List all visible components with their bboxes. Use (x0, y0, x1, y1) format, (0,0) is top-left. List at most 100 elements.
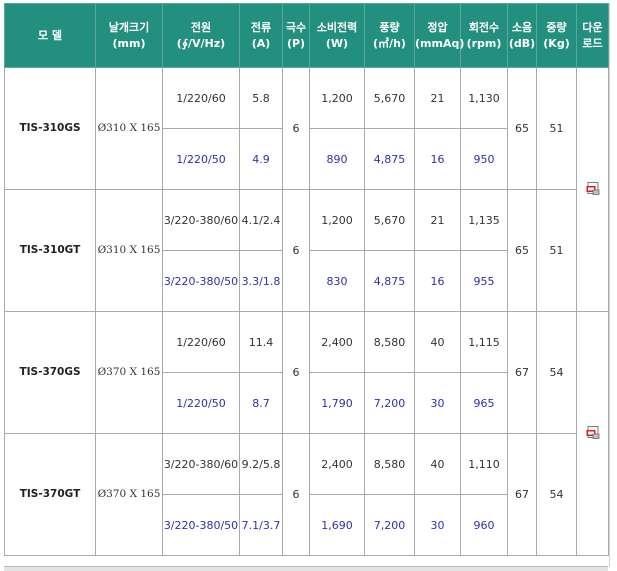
noise-cell: 67 (507, 433, 537, 556)
consumption-cell: 2,400 (309, 433, 365, 495)
header-weight-unit: (Kg) (543, 36, 570, 50)
header-noise-unit: (dB) (508, 36, 536, 50)
current-cell: 4.1/2.4 (239, 189, 283, 251)
weight-cell: 51 (536, 189, 577, 312)
table-row: TIS-370GT Ø370 X 165 3/220-380/60 9.2/5.… (4, 433, 609, 556)
pressure-cell: 30 (414, 494, 461, 556)
header-pressure: 정압 (mmAq) (414, 3, 465, 68)
header-pressure-label: 정압 (427, 20, 448, 34)
header-download: 다운로드 (576, 3, 609, 68)
consumption-cell: 1,200 (309, 67, 365, 129)
header-airflow-label: 풍량 (379, 20, 400, 34)
power-cell: 3/220-380/50 (162, 494, 240, 556)
header-pressure-unit: (mmAq) (415, 36, 465, 50)
power-cell: 1/220/60 (162, 311, 240, 373)
rpm-cell: 1,115 (460, 311, 508, 373)
header-model: 모 델 (4, 3, 96, 68)
header-poles: 극수 (P) (282, 3, 310, 68)
pdf-download-icon[interactable] (586, 425, 600, 439)
noise-cell: 67 (507, 311, 537, 434)
header-row: 모 델 날개크기 (mm) 전원 (∮/V/Hz) 전류 (A) 극수 (P) 소비전력… (4, 3, 609, 68)
pdf-download-icon[interactable] (586, 181, 600, 195)
rpm-cell: 960 (460, 494, 508, 556)
consumption-cell: 830 (309, 250, 365, 312)
header-power: 전원 (∮/V/Hz) (162, 3, 240, 68)
header-current: 전류 (A) (239, 3, 283, 68)
poles-cell: 6 (282, 67, 310, 190)
weight-cell: 54 (536, 311, 577, 434)
consumption-cell: 890 (309, 128, 365, 190)
consumption-cell: 1,200 (309, 189, 365, 251)
header-weight: 중량 (Kg) (536, 3, 577, 68)
pressure-cell: 40 (414, 433, 461, 495)
current-cell: 7.1/3.7 (239, 494, 283, 556)
header-noise-label: 소음 (511, 20, 533, 34)
table-row: TIS-310GT Ø310 X 165 3/220-380/60 4.1/2.… (4, 189, 609, 312)
weight-cell: 51 (536, 67, 577, 190)
power-cell: 1/220/50 (162, 128, 240, 190)
current-cell: 8.7 (239, 372, 283, 434)
pressure-cell: 21 (414, 189, 461, 251)
pressure-cell: 40 (414, 311, 461, 373)
pressure-cell: 30 (414, 372, 461, 434)
pressure-cell: 21 (414, 67, 461, 129)
header-weight-label: 중량 (546, 20, 567, 34)
footer-bar (4, 566, 608, 571)
header-blade-size-label: 날개크기 (108, 20, 150, 34)
header-power-label: 전원 (190, 20, 212, 34)
table-row: TIS-310GS Ø310 X 165 1/220/60 5.8 6 1,20… (4, 67, 609, 312)
model-name: TIS-310GS (4, 67, 96, 190)
airflow-cell: 5,670 (364, 67, 415, 129)
rpm-cell: 965 (460, 372, 508, 434)
poles-cell: 6 (282, 433, 310, 556)
header-consumption: 소비전력 (W) (309, 3, 365, 68)
current-cell: 3.3/1.8 (239, 250, 283, 312)
airflow-cell: 8,580 (364, 311, 415, 373)
airflow-cell: 4,875 (364, 128, 415, 190)
model-name: TIS-370GT (4, 433, 96, 556)
header-current-unit: (A) (251, 36, 271, 50)
airflow-cell: 8,580 (364, 433, 415, 495)
header-noise: 소음 (dB) (507, 3, 537, 68)
download-cell (576, 67, 609, 312)
power-cell: 1/220/50 (162, 372, 240, 434)
blade-size: Ø370 X 165 (95, 433, 163, 556)
header-blade-size-unit: (mm) (112, 36, 146, 50)
current-cell: 4.9 (239, 128, 283, 190)
model-name: TIS-310GT (4, 189, 96, 312)
power-cell: 1/220/60 (162, 67, 240, 129)
rpm-cell: 955 (460, 250, 508, 312)
spec-table: 모 델 날개크기 (mm) 전원 (∮/V/Hz) 전류 (A) 극수 (P) 소비전력… (4, 3, 609, 556)
header-airflow: 풍량 (㎥/h) (364, 3, 415, 68)
weight-cell: 54 (536, 433, 577, 556)
current-cell: 11.4 (239, 311, 283, 373)
blade-size: Ø370 X 165 (95, 311, 163, 434)
power-cell: 3/220-380/50 (162, 250, 240, 312)
power-cell: 3/220-380/60 (162, 433, 240, 495)
rpm-cell: 1,135 (460, 189, 508, 251)
header-current-label: 전류 (250, 20, 272, 34)
header-rpm-unit: (rpm) (466, 36, 502, 50)
header-download-label: 다운 (582, 20, 603, 34)
consumption-cell: 2,400 (309, 311, 365, 373)
airflow-cell: 4,875 (364, 250, 415, 312)
consumption-cell: 1,690 (309, 494, 365, 556)
rpm-cell: 1,130 (460, 67, 508, 129)
noise-cell: 65 (507, 189, 537, 312)
header-model-label: 모 델 (37, 28, 63, 42)
header-poles-unit: (P) (286, 36, 306, 50)
header-power-unit: (∮/V/Hz) (176, 36, 226, 50)
consumption-cell: 1,790 (309, 372, 365, 434)
model-name: TIS-370GS (4, 311, 96, 434)
airflow-cell: 7,200 (364, 494, 415, 556)
pressure-cell: 16 (414, 128, 461, 190)
header-consumption-label: 소비전력 (316, 20, 358, 34)
header-download-label-2: 로드 (582, 36, 603, 50)
rpm-cell: 1,110 (460, 433, 508, 495)
header-poles-label: 극수 (285, 20, 307, 34)
table-right-edge (609, 3, 610, 567)
table-row: TIS-370GS Ø370 X 165 1/220/60 11.4 6 2,4… (4, 311, 609, 556)
header-rpm-label: 회전수 (468, 20, 500, 34)
noise-cell: 65 (507, 67, 537, 190)
blade-size: Ø310 X 165 (95, 67, 163, 190)
